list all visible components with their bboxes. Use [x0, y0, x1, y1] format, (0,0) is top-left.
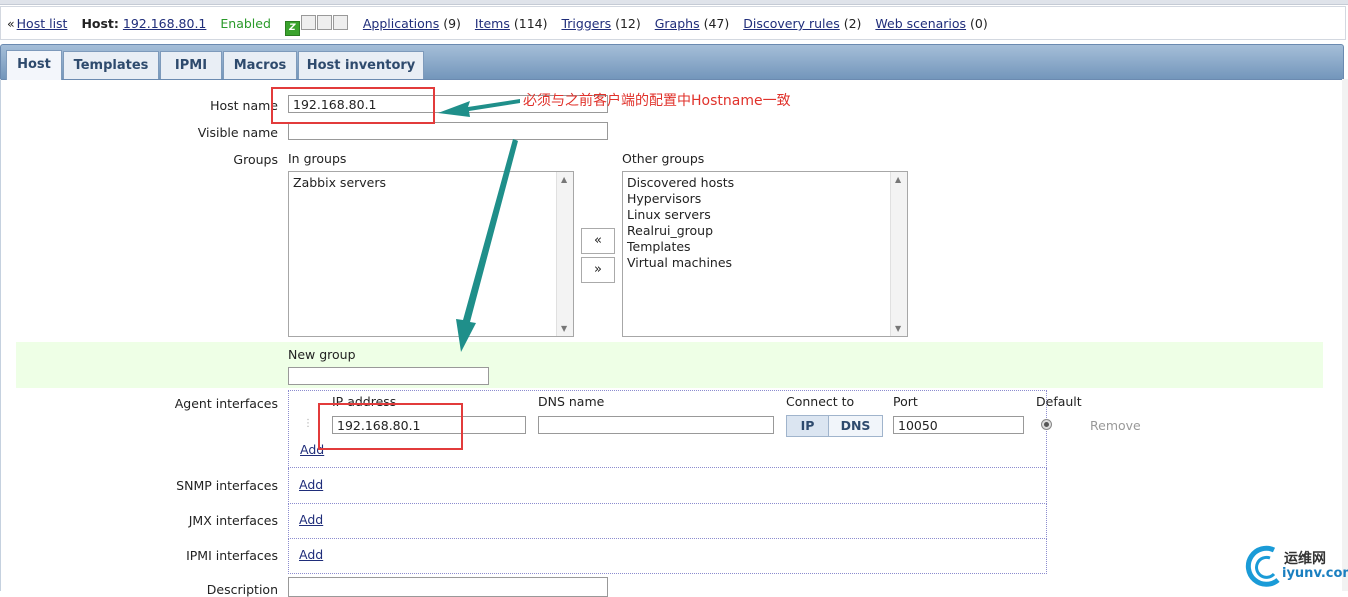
watermark-logo-icon — [1245, 545, 1280, 587]
watermark-cn: 运维网 — [1284, 551, 1326, 567]
annotation-note: 必须与之前客户端的配置中Hostname一致 — [523, 93, 791, 109]
watermark-domain: iyunv.com — [1282, 566, 1348, 581]
annotation-arrows — [438, 99, 520, 352]
arrow-to-hostname — [438, 99, 520, 117]
arrow-to-ip — [456, 139, 518, 352]
site-watermark: 运维网 iyunv.com — [1244, 542, 1348, 591]
